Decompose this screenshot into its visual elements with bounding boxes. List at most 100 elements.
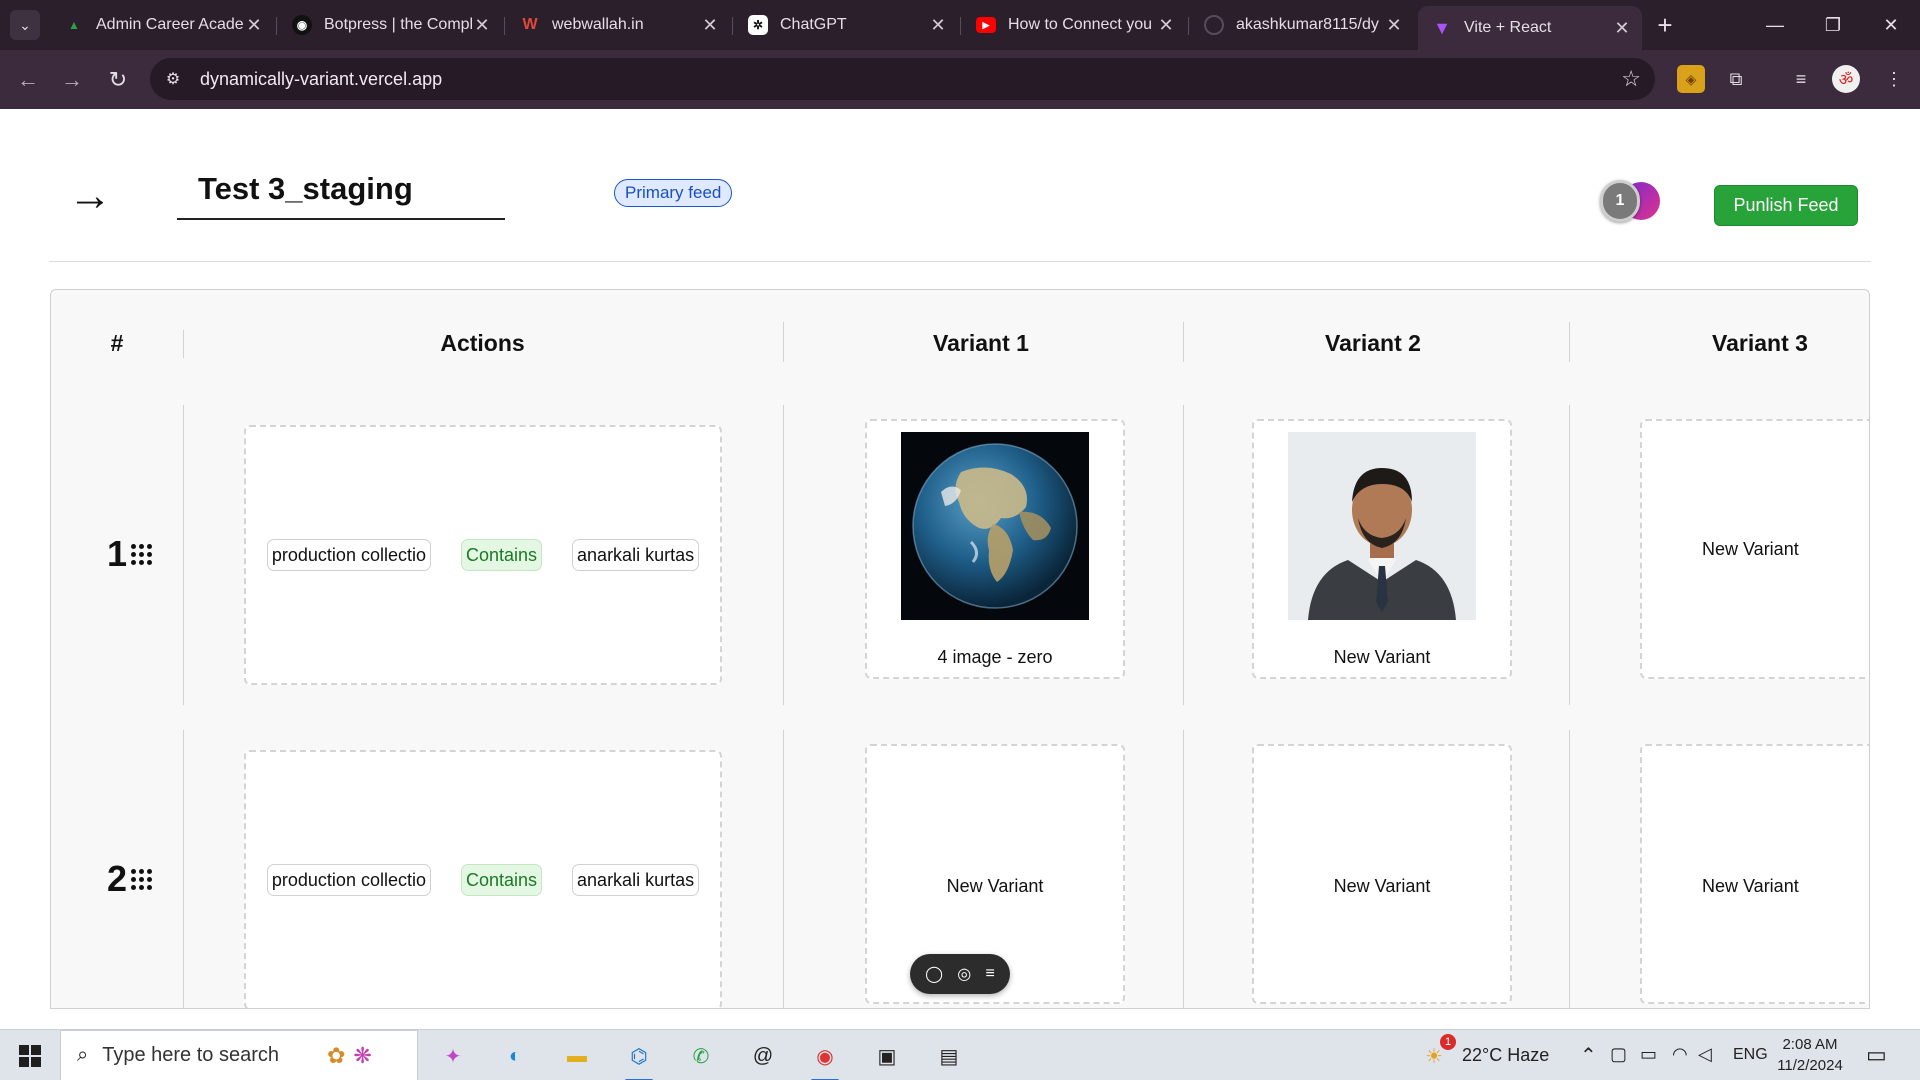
filter-operator-chip[interactable]: Contains xyxy=(460,864,543,896)
tab-search-chevron-icon[interactable]: ⌄ xyxy=(10,10,40,40)
browser-tab-github[interactable]: akashkumar8115/dy ✕ xyxy=(1190,6,1414,44)
chrome-app-icon[interactable]: ◉ xyxy=(803,1036,847,1080)
botpress-favicon-icon: ◉ xyxy=(292,15,312,35)
language-indicator[interactable]: ENG xyxy=(1733,1046,1768,1064)
variant-label: New Variant xyxy=(946,876,1044,896)
terminal-app-icon[interactable]: ▣ xyxy=(865,1036,909,1076)
variant-card[interactable]: New Variant xyxy=(1640,744,1869,1004)
show-hidden-icons-chevron[interactable]: ⌃ xyxy=(1580,1043,1597,1068)
variant-card[interactable]: New Variant xyxy=(1252,744,1512,1004)
filter-value-chip[interactable]: anarkali kurtas xyxy=(572,539,700,571)
media-controls-icon[interactable]: ≡ xyxy=(1787,65,1815,93)
taskbar-search-box[interactable]: ⌕ Type here to search ✿ ❋ xyxy=(60,1030,418,1080)
site-info-icon[interactable]: ⚙ xyxy=(156,62,190,96)
earth-globe-image xyxy=(901,432,1089,620)
windows-logo-icon xyxy=(19,1045,41,1067)
extensions-puzzle-icon[interactable]: ⧉ xyxy=(1722,65,1750,93)
column-header-variant-2: Variant 2 xyxy=(1325,330,1421,356)
copilot-app-icon[interactable]: ✦ xyxy=(431,1036,475,1076)
meet-now-icon[interactable]: ▢ xyxy=(1610,1044,1627,1065)
browser-tab-vite-react[interactable]: ▼ Vite + React ✕ xyxy=(1418,6,1642,50)
vscode-app-icon[interactable]: ⌬ xyxy=(617,1036,661,1080)
comment-icon[interactable]: ◯ xyxy=(925,964,943,984)
close-tab-icon[interactable]: ✕ xyxy=(472,15,492,36)
notion-app-icon[interactable]: ▤ xyxy=(927,1036,971,1076)
close-tab-icon[interactable]: ✕ xyxy=(244,15,264,36)
browser-tab-bar: ⌄ ▲ Admin Career Acade ✕ ◉ Botpress | th… xyxy=(0,0,1920,50)
header-divider xyxy=(49,261,1871,262)
man-in-suit-portrait-image xyxy=(1288,432,1476,620)
chatgpt-favicon-icon: ✲ xyxy=(748,15,768,35)
variant-card[interactable]: New Variant xyxy=(1640,419,1869,679)
bookmark-star-icon[interactable]: ☆ xyxy=(1621,66,1641,92)
battery-icon[interactable]: ▭ xyxy=(1640,1044,1657,1065)
filter-value-chip[interactable]: anarkali kurtas xyxy=(572,864,700,896)
profile-avatar-icon[interactable]: ॐ xyxy=(1832,65,1860,93)
browser-menu-icon[interactable]: ⋮ xyxy=(1880,65,1908,93)
column-separator xyxy=(183,405,184,705)
tab-title: Vite + React xyxy=(1464,19,1552,36)
browser-tab-botpress[interactable]: ◉ Botpress | the Compl ✕ xyxy=(278,6,502,44)
close-tab-icon[interactable]: ✕ xyxy=(700,15,720,36)
column-separator xyxy=(1569,405,1570,705)
actions-cell[interactable]: production collectio Contains anarkali k… xyxy=(244,425,722,685)
tab-title: ChatGPT xyxy=(780,16,847,33)
whatsapp-app-icon[interactable]: ✆ xyxy=(679,1036,723,1076)
extension-icon[interactable]: ◈ xyxy=(1677,65,1705,93)
taskbar-clock[interactable]: 2:08 AM 11/2/2024 xyxy=(1770,1034,1850,1076)
column-header-variant-1: Variant 1 xyxy=(933,330,1029,356)
close-tab-icon[interactable]: ✕ xyxy=(1156,15,1176,36)
drag-handle-icon[interactable] xyxy=(131,868,153,890)
browser-tab-admin[interactable]: ▲ Admin Career Acade ✕ xyxy=(50,6,274,44)
url-text: dynamically-variant.vercel.app xyxy=(200,68,443,89)
column-header-index: # xyxy=(110,330,124,356)
feed-toggle[interactable]: 1 xyxy=(1600,180,1660,222)
minimize-icon[interactable]: — xyxy=(1752,0,1798,50)
row-number: 2 xyxy=(107,858,153,900)
forward-icon[interactable]: → xyxy=(56,64,88,96)
publish-feed-button[interactable]: Punlish Feed xyxy=(1714,185,1858,226)
edge-app-icon[interactable]: ◐ xyxy=(493,1036,537,1076)
windows-start-icon[interactable] xyxy=(10,1040,50,1072)
notifications-icon[interactable]: ▭ xyxy=(1866,1042,1887,1068)
admin-favicon-icon: ▲ xyxy=(68,18,80,32)
filter-operator-chip[interactable]: Contains xyxy=(460,539,543,571)
back-arrow-icon[interactable]: → xyxy=(68,174,112,218)
tab-title: How to Connect you xyxy=(1008,16,1153,33)
browser-tab-chatgpt[interactable]: ✲ ChatGPT ✕ xyxy=(734,6,958,44)
volume-icon[interactable]: ◁ xyxy=(1698,1044,1712,1065)
wifi-icon[interactable]: ◠ xyxy=(1672,1044,1688,1065)
filter-field-chip[interactable]: production collectio xyxy=(266,539,431,571)
column-separator xyxy=(1569,322,1570,362)
variant-card[interactable]: New Variant xyxy=(1252,419,1512,679)
close-tab-icon[interactable]: ✕ xyxy=(1384,15,1404,36)
back-icon[interactable]: ← xyxy=(12,64,44,96)
url-bar[interactable]: ⚙ dynamically-variant.vercel.app ☆ xyxy=(150,58,1655,100)
variant-label: 4 image - zero xyxy=(937,647,1053,667)
close-tab-icon[interactable]: ✕ xyxy=(928,15,948,36)
github-favicon-icon xyxy=(1204,15,1224,35)
diya-decoration-icon: ✿ xyxy=(326,1042,346,1068)
variant-card[interactable]: 4 image - zero xyxy=(865,419,1125,679)
vite-favicon-icon: ▼ xyxy=(1433,17,1451,38)
actions-cell[interactable]: production collectio Contains anarkali k… xyxy=(244,750,722,1008)
column-header-actions: Actions xyxy=(440,330,525,356)
rangoli-decoration-icon: ❋ xyxy=(353,1042,372,1068)
browser-tab-youtube[interactable]: ▶ How to Connect you ✕ xyxy=(962,6,1186,44)
threads-app-icon[interactable]: @ xyxy=(741,1036,785,1076)
close-tab-icon[interactable]: ✕ xyxy=(1612,18,1632,39)
file-explorer-icon[interactable]: ▬ xyxy=(555,1036,599,1076)
feed-name-input[interactable] xyxy=(177,160,505,220)
reload-icon[interactable]: ↻ xyxy=(102,64,134,96)
drag-handle-icon[interactable] xyxy=(131,543,153,565)
eye-icon[interactable]: ◎ xyxy=(957,964,971,984)
restore-icon[interactable]: ❐ xyxy=(1810,0,1856,50)
close-window-icon[interactable]: ✕ xyxy=(1868,0,1914,50)
weather-text[interactable]: 22°C Haze xyxy=(1462,1045,1549,1066)
filter-field-chip[interactable]: production collectio xyxy=(266,864,431,896)
browser-tab-webwallah[interactable]: W webwallah.in ✕ xyxy=(506,6,730,44)
variant-label: New Variant xyxy=(1333,876,1431,896)
new-tab-plus-icon[interactable]: + xyxy=(1650,10,1680,40)
primary-feed-badge: Primary feed xyxy=(614,179,733,207)
list-icon[interactable]: ≡ xyxy=(986,965,995,983)
